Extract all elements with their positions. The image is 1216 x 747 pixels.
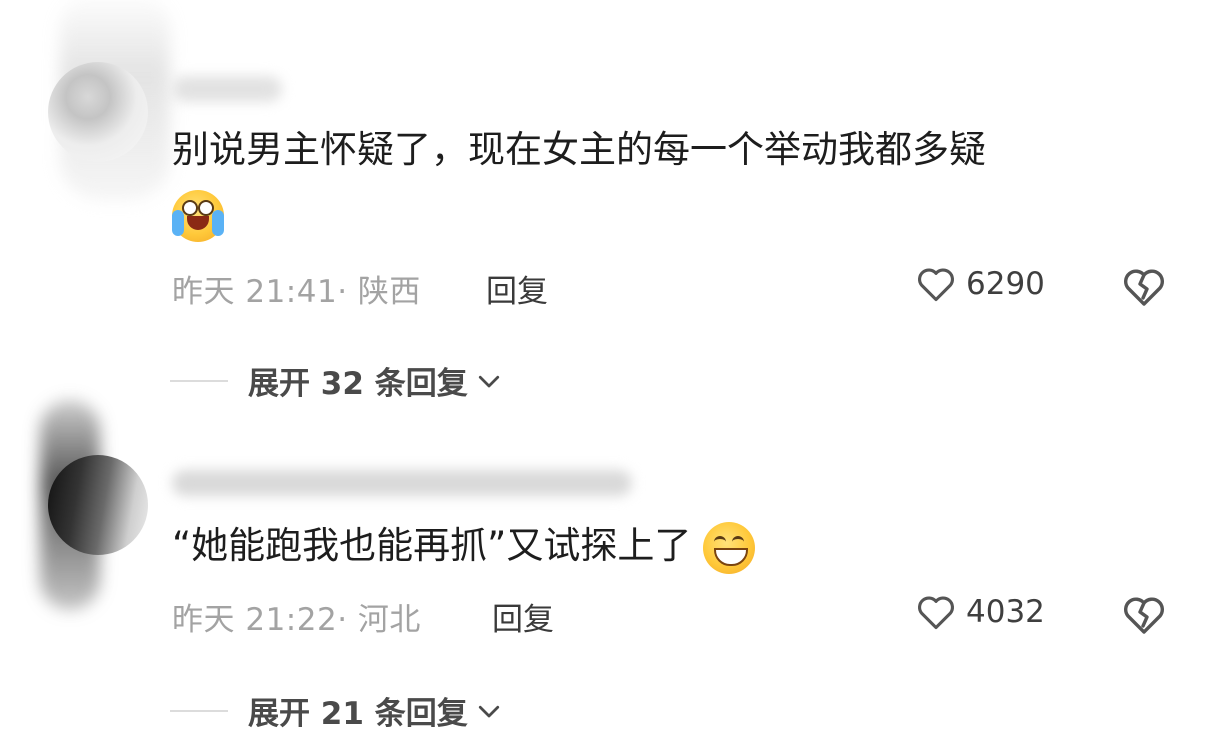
username-redacted (172, 470, 632, 496)
like-count: 6290 (966, 266, 1045, 302)
grinning-squinting-face-icon (703, 521, 756, 574)
comment-emoji-line (172, 186, 224, 242)
expand-replies-button[interactable]: 展开 32 条回复 (170, 358, 504, 403)
heart-icon (918, 268, 954, 302)
chevron-down-icon (478, 375, 499, 387)
like-count: 4032 (966, 594, 1045, 630)
reply-button[interactable]: 回复 (492, 594, 554, 639)
like-button[interactable]: 6290 (914, 262, 1045, 306)
divider-line (170, 709, 228, 712)
comment-text-content: “她能跑我也能再抓”又试探上了 (172, 524, 692, 567)
like-button[interactable]: 4032 (914, 590, 1045, 634)
avatar[interactable] (48, 62, 148, 162)
chevron-down-icon (478, 705, 499, 717)
heart-icon (918, 596, 954, 630)
comment-timestamp: 昨天 21:41· 陕西 (172, 274, 421, 310)
avatar[interactable] (48, 455, 148, 555)
broken-heart-icon[interactable] (1118, 592, 1170, 636)
username-redacted (172, 76, 282, 102)
loudly-crying-face-icon (172, 189, 224, 242)
comment-text: “她能跑我也能再抓”又试探上了 (172, 518, 756, 574)
comment-text: 别说男主怀疑了，现在女主的每一个举动我都多疑 (172, 122, 986, 178)
broken-heart-icon[interactable] (1118, 264, 1170, 308)
comment-timestamp: 昨天 21:22· 河北 (172, 602, 421, 638)
expand-replies-label: 展开 32 条回复 (248, 366, 468, 402)
comment-text-content: 别说男主怀疑了，现在女主的每一个举动我都多疑 (172, 128, 986, 171)
expand-replies-button[interactable]: 展开 21 条回复 (170, 688, 504, 733)
expand-replies-label: 展开 21 条回复 (248, 696, 468, 732)
reply-button[interactable]: 回复 (486, 266, 548, 311)
divider-line (170, 379, 228, 382)
